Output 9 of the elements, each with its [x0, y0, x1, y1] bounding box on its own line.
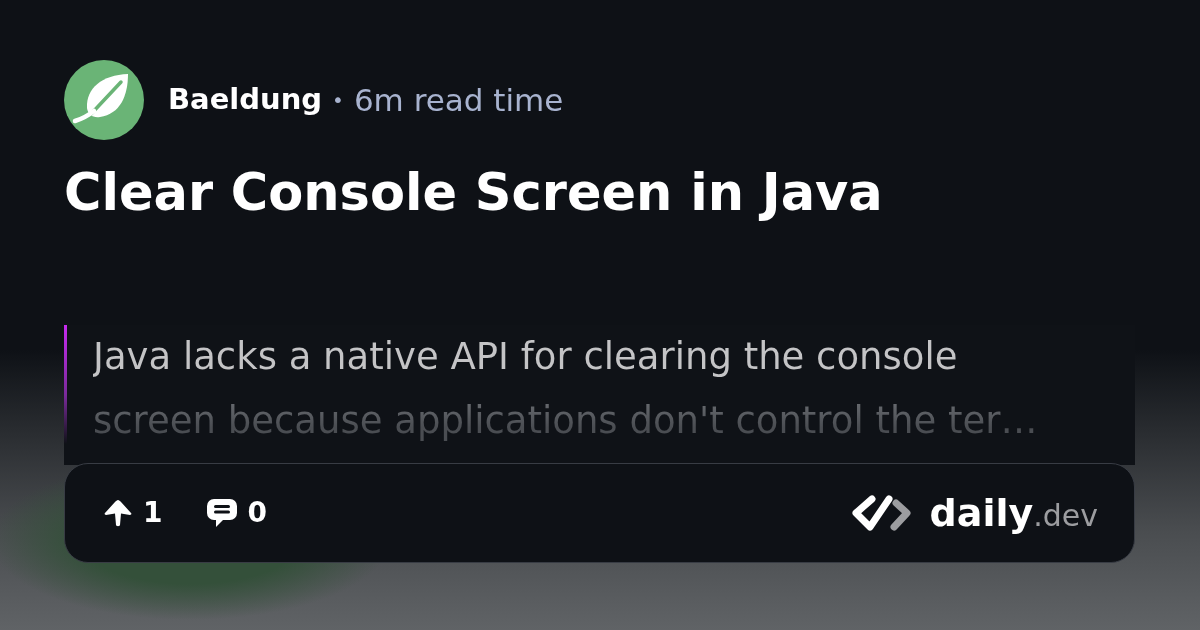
comment-button[interactable]: 0	[206, 492, 267, 535]
meta-separator: •	[332, 87, 344, 114]
source-name[interactable]: Baeldung	[168, 78, 323, 122]
upvote-button[interactable]: 1	[102, 492, 163, 535]
read-time: 6m read time	[353, 80, 564, 120]
leaf-avatar-icon	[64, 60, 144, 140]
comment-bubble-icon	[206, 497, 239, 530]
article-title: Clear Console Screen in Java	[64, 162, 884, 224]
brand-wordmark: daily.dev	[929, 494, 1098, 533]
